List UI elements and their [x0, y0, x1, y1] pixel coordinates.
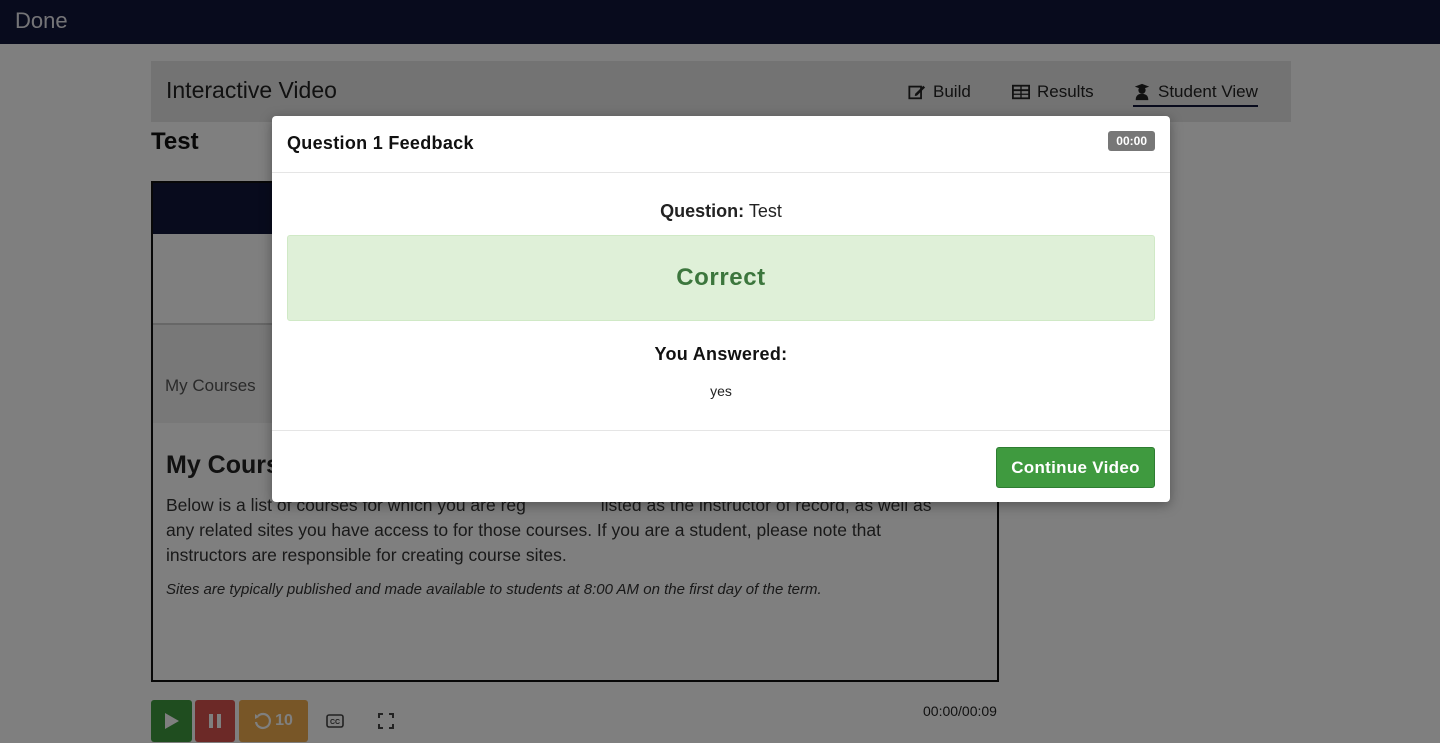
modal-footer: Continue Video — [272, 430, 1170, 502]
continue-video-button[interactable]: Continue Video — [996, 447, 1155, 488]
answered-label: You Answered: — [654, 344, 788, 364]
answered-value: yes — [710, 383, 732, 399]
question-value: Test — [748, 201, 782, 221]
result-text: Correct — [676, 264, 766, 291]
feedback-modal: Question 1 Feedback 00:00 Question: Test… — [272, 116, 1170, 502]
result-alert: Correct — [287, 235, 1155, 321]
question-line: Question: Test — [272, 201, 1170, 222]
question-label: Question: — [660, 201, 745, 221]
timer-badge: 00:00 — [1108, 131, 1155, 151]
modal-title: Question 1 Feedback — [287, 133, 474, 153]
modal-header: Question 1 Feedback 00:00 — [272, 116, 1170, 173]
